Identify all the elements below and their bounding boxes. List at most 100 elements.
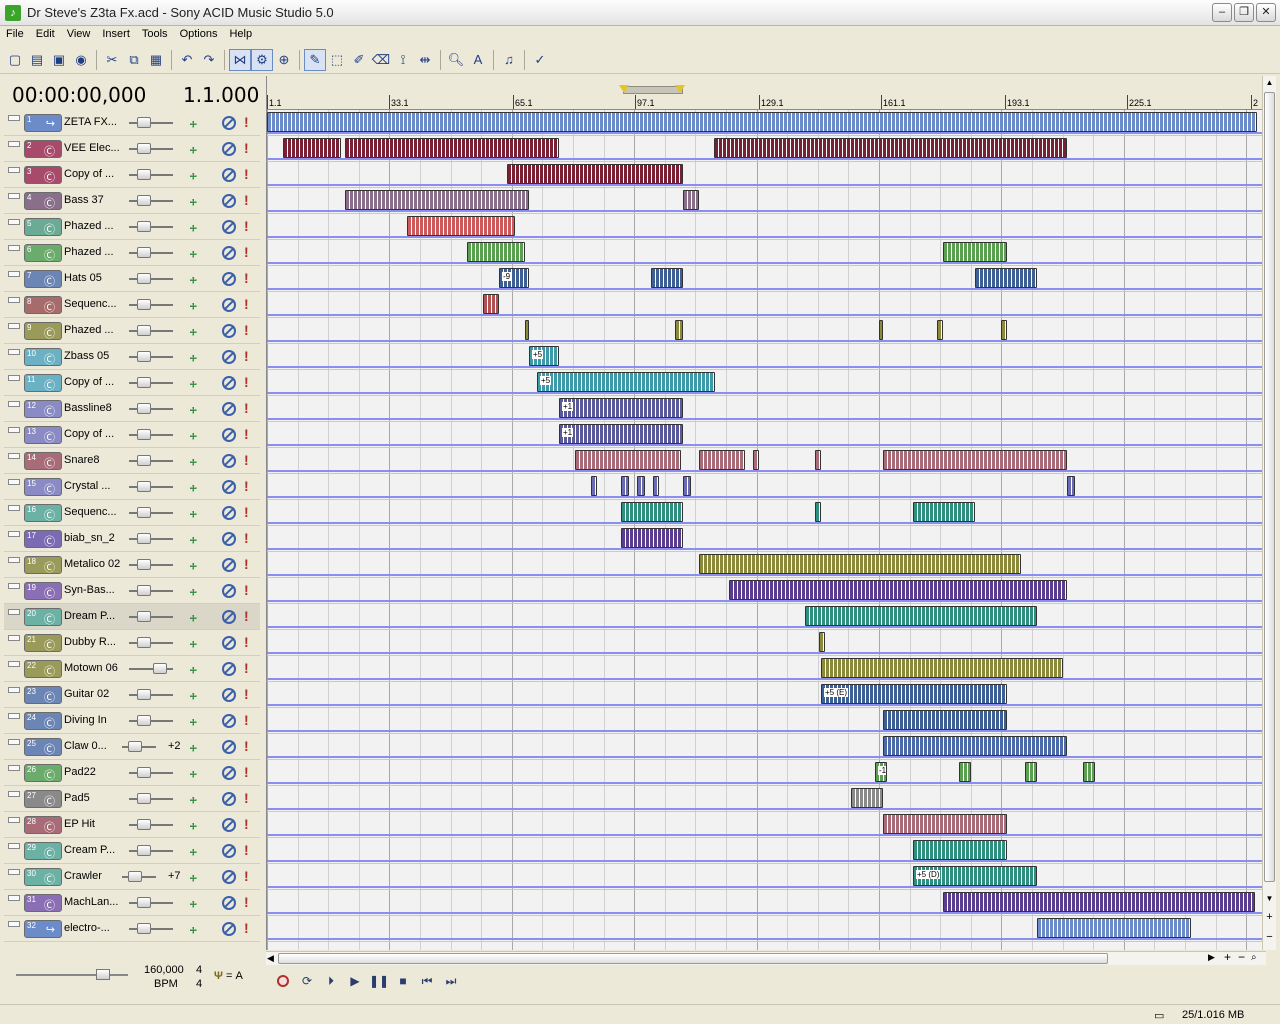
track-volume-slider[interactable] (129, 559, 173, 570)
track-fx-icon[interactable]: ⧾ (190, 506, 206, 520)
track-volume-slider[interactable] (129, 507, 173, 518)
volume-envelope[interactable] (267, 522, 1266, 524)
track-name[interactable]: Copy of ... (64, 428, 126, 440)
track-solo-icon[interactable]: ! (244, 374, 249, 390)
track-header[interactable]: 30 Ⓒ Crawler +7 ⧾! (4, 864, 260, 890)
zoom-in-horizontal-icon[interactable]: + (1224, 950, 1231, 964)
track-volume-knob[interactable] (128, 741, 142, 752)
track-minimize-button[interactable] (8, 661, 20, 667)
track-fx-icon[interactable]: ⧾ (190, 194, 206, 208)
track-solo-icon[interactable]: ! (244, 114, 249, 130)
track-mute-icon[interactable] (222, 428, 236, 442)
volume-envelope[interactable] (267, 314, 1266, 316)
track-name[interactable]: electro-... (64, 922, 126, 934)
track-volume-slider[interactable] (129, 533, 173, 544)
audio-event[interactable]: +5 (E) (821, 684, 1007, 704)
audio-event[interactable] (851, 788, 883, 808)
volume-envelope[interactable] (267, 470, 1266, 472)
track-solo-icon[interactable]: ! (244, 686, 249, 702)
track-fx-icon[interactable]: ⧾ (190, 272, 206, 286)
track-minimize-button[interactable] (8, 635, 20, 641)
track-fx-icon[interactable]: ⧾ (190, 662, 206, 676)
track-solo-icon[interactable]: ! (244, 582, 249, 598)
track-header[interactable]: 28 Ⓒ EP Hit ⧾! (4, 812, 260, 838)
minimize-button[interactable]: ‒ (1212, 3, 1232, 22)
track-number-badge[interactable]: 32 ↪ (24, 920, 62, 938)
audio-event[interactable] (507, 164, 683, 184)
audio-event[interactable] (815, 450, 821, 470)
volume-envelope[interactable] (267, 288, 1266, 290)
track-mute-icon[interactable] (222, 480, 236, 494)
track-header[interactable]: 9 Ⓒ Phazed ... ⧾! (4, 318, 260, 344)
menu-insert[interactable]: Insert (96, 26, 136, 44)
volume-envelope[interactable] (267, 834, 1266, 836)
track-volume-knob[interactable] (137, 143, 151, 154)
track-number-badge[interactable]: 10 Ⓒ (24, 348, 62, 366)
track-volume-slider[interactable] (129, 637, 173, 648)
track-minimize-button[interactable] (8, 713, 20, 719)
track-volume-slider[interactable] (129, 169, 173, 180)
track-header[interactable]: 21 Ⓒ Dubby R... ⧾! (4, 630, 260, 656)
track-header[interactable]: 8 Ⓒ Sequenc... ⧾! (4, 292, 260, 318)
track-name[interactable]: Crawler (64, 870, 126, 882)
track-number-badge[interactable]: 11 Ⓒ (24, 374, 62, 392)
audio-event[interactable] (821, 658, 1063, 678)
track-volume-knob[interactable] (137, 273, 151, 284)
track-lane[interactable] (267, 240, 1266, 266)
audio-event[interactable] (621, 476, 629, 496)
track-minimize-button[interactable] (8, 323, 20, 329)
track-header[interactable]: 15 Ⓒ Crystal ... ⧾! (4, 474, 260, 500)
track-volume-slider[interactable] (129, 715, 173, 726)
track-volume-knob[interactable] (137, 715, 151, 726)
volume-envelope[interactable] (267, 210, 1266, 212)
track-number-badge[interactable]: 17 Ⓒ (24, 530, 62, 548)
audio-event[interactable] (879, 320, 883, 340)
zoom-tool-small-icon[interactable]: ⌕ (1251, 952, 1257, 963)
track-fx-icon[interactable]: ⧾ (190, 428, 206, 442)
track-header[interactable]: 29 Ⓒ Cream P... ⧾! (4, 838, 260, 864)
track-volume-knob[interactable] (137, 429, 151, 440)
paste-icon[interactable]: ▦ (145, 49, 167, 71)
track-fx-icon[interactable]: ⧾ (190, 610, 206, 624)
properties-icon[interactable]: ✓ (529, 49, 551, 71)
volume-envelope[interactable] (267, 340, 1266, 342)
track-fx-icon[interactable]: ⧾ (190, 116, 206, 130)
volume-envelope[interactable] (267, 678, 1266, 680)
track-lane[interactable] (267, 786, 1266, 812)
track-number-badge[interactable]: 2 Ⓒ (24, 140, 62, 158)
audio-event[interactable] (753, 450, 759, 470)
track-fx-icon[interactable]: ⧾ (190, 818, 206, 832)
play-icon[interactable]: ▶ (344, 971, 366, 991)
track-fx-icon[interactable]: ⧾ (190, 480, 206, 494)
track-volume-slider[interactable] (129, 793, 173, 804)
track-lane[interactable] (267, 604, 1266, 630)
track-name[interactable]: Cream P... (64, 844, 126, 856)
audio-event[interactable] (883, 450, 1067, 470)
track-volume-slider[interactable] (129, 195, 173, 206)
scroll-left-icon[interactable]: ◀ (267, 953, 274, 964)
track-mute-icon[interactable] (222, 740, 236, 754)
track-volume-knob[interactable] (137, 611, 151, 622)
track-volume-knob[interactable] (137, 455, 151, 466)
track-name[interactable]: Phazed ... (64, 220, 126, 232)
track-number-badge[interactable]: 15 Ⓒ (24, 478, 62, 496)
track-lane[interactable] (267, 526, 1266, 552)
track-volume-slider[interactable] (129, 429, 173, 440)
track-volume-knob[interactable] (137, 793, 151, 804)
track-fx-icon[interactable]: ⧾ (190, 844, 206, 858)
track-name[interactable]: Phazed ... (64, 246, 126, 258)
volume-envelope[interactable] (267, 132, 1266, 134)
track-number-badge[interactable]: 28 Ⓒ (24, 816, 62, 834)
track-volume-slider[interactable] (129, 247, 173, 258)
track-volume-slider[interactable] (129, 455, 173, 466)
track-header[interactable]: 32 ↪ electro-... ⧾! (4, 916, 260, 942)
track-mute-icon[interactable] (222, 324, 236, 338)
zoom-out-vertical-icon[interactable]: − (1264, 932, 1275, 943)
loop-region[interactable] (623, 86, 683, 94)
track-mute-icon[interactable] (222, 636, 236, 650)
track-volume-knob[interactable] (137, 845, 151, 856)
selection-tool-icon[interactable]: ⬚ (326, 49, 348, 71)
track-mute-icon[interactable] (222, 922, 236, 936)
track-fx-icon[interactable]: ⧾ (190, 922, 206, 936)
track-volume-slider[interactable] (129, 403, 173, 414)
